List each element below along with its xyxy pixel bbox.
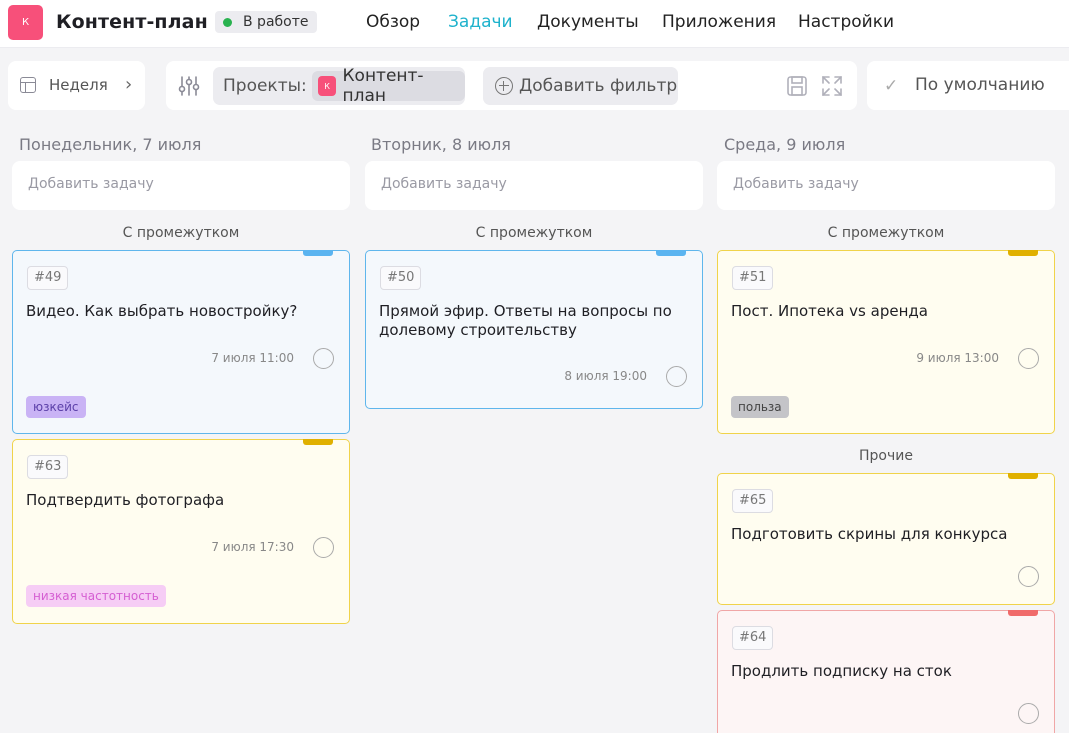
task-number: #64 [732,626,774,650]
task-card[interactable]: #65 Подготовить скрины для конкурса [717,473,1055,605]
project-mini-logo: К [317,76,337,96]
add-task-input[interactable]: Добавить задачу [717,161,1055,210]
status-badge[interactable]: В работе [215,11,317,33]
view-preset-label: По умолчанию [915,75,1045,95]
day-title-monday: Понедельник, 7 июля [19,135,202,154]
task-datetime: 9 июля 13:00 [916,351,999,365]
plus-circle-icon [495,77,513,95]
card-color-tab [1008,473,1038,479]
projects-label: Проекты: [223,76,307,96]
add-filter-button[interactable]: Добавить фильтр [483,67,678,105]
section-title: С промежутком [827,225,945,241]
task-card[interactable]: #63 Подтвердить фотографа 7 июля 17:30 н… [12,439,350,624]
card-color-tab [1008,250,1038,256]
tab-documents[interactable]: Документы [537,12,639,32]
task-tag[interactable]: польза [731,396,789,418]
section-title: С промежутком [122,225,240,241]
task-datetime: 7 июля 17:30 [211,540,294,554]
week-label: Неделя [49,76,108,94]
task-datetime: 8 июля 19:00 [564,369,647,383]
complete-checkbox-icon[interactable] [666,366,687,387]
task-number: #50 [380,266,422,290]
project-filter-name: Контент-план [342,66,424,106]
tab-settings[interactable]: Настройки [798,12,894,32]
task-card[interactable]: #64 Продлить подписку на сток [717,610,1055,733]
card-color-tab [1008,610,1038,616]
add-task-input[interactable]: Добавить задачу [12,161,350,210]
day-title-tuesday: Вторник, 8 июля [371,135,511,154]
expand-icon[interactable] [821,75,843,97]
add-filter-label: Добавить фильтр [519,76,678,96]
tab-tasks[interactable]: Задачи [448,12,513,32]
top-header: К Контент-план В работе Обзор Задачи Док… [0,0,1069,48]
task-title[interactable]: Видео. Как выбрать новостройку? [26,302,326,321]
add-task-input[interactable]: Добавить задачу [365,161,703,210]
task-title[interactable]: Продлить подписку на сток [731,662,1031,681]
status-label: В работе [243,14,309,30]
filter-sliders-icon[interactable] [178,75,200,97]
filter-bar: Проекты: К Контент-план Добавить фильтр [166,61,857,110]
day-title-wednesday: Среда, 9 июля [724,135,846,154]
task-card[interactable]: #50 Прямой эфир. Ответы на вопросы по до… [365,250,703,409]
task-title[interactable]: Подтвердить фотографа [26,491,326,510]
project-logo[interactable]: К [8,5,43,40]
task-number: #65 [732,489,774,513]
tab-overview[interactable]: Обзор [366,12,420,32]
task-datetime: 7 июля 11:00 [211,351,294,365]
task-tag[interactable]: низкая частотность [26,585,166,607]
task-card[interactable]: #49 Видео. Как выбрать новостройку? 7 ию… [12,250,350,434]
task-tag[interactable]: юзкейс [26,396,86,418]
section-title: Прочие [859,448,913,464]
card-color-tab [656,250,686,256]
task-title[interactable]: Подготовить скрины для конкурса [731,525,1031,544]
check-icon: ✓ [884,76,899,96]
task-title[interactable]: Прямой эфир. Ответы на вопросы по долево… [379,302,679,340]
card-color-tab [303,439,333,445]
week-view-selector[interactable]: Неделя › [8,61,145,110]
complete-checkbox-icon[interactable] [313,537,334,558]
complete-checkbox-icon[interactable] [313,348,334,369]
project-title[interactable]: Контент-план [56,11,208,33]
complete-checkbox-icon[interactable] [1018,348,1039,369]
complete-checkbox-icon[interactable] [1018,703,1039,724]
chevron-right-icon[interactable]: › [125,74,132,95]
task-number: #49 [27,266,69,290]
section-title: С промежутком [475,225,593,241]
calendar-view-icon [20,77,36,93]
view-preset-selector[interactable]: ✓ По умолчанию [867,61,1069,110]
project-filter-chip[interactable]: Проекты: К Контент-план [213,66,465,106]
project-filter-value[interactable]: К Контент-план [311,66,465,106]
status-dot-icon [223,17,232,27]
complete-checkbox-icon[interactable] [1018,566,1039,587]
save-icon[interactable] [786,75,808,97]
task-card[interactable]: #51 Пост. Ипотека vs аренда 9 июля 13:00… [717,250,1055,434]
card-color-tab [303,250,333,256]
tab-apps[interactable]: Приложения [662,12,776,32]
task-title[interactable]: Пост. Ипотека vs аренда [731,302,1031,321]
task-number: #63 [27,455,69,479]
task-number: #51 [732,266,774,290]
